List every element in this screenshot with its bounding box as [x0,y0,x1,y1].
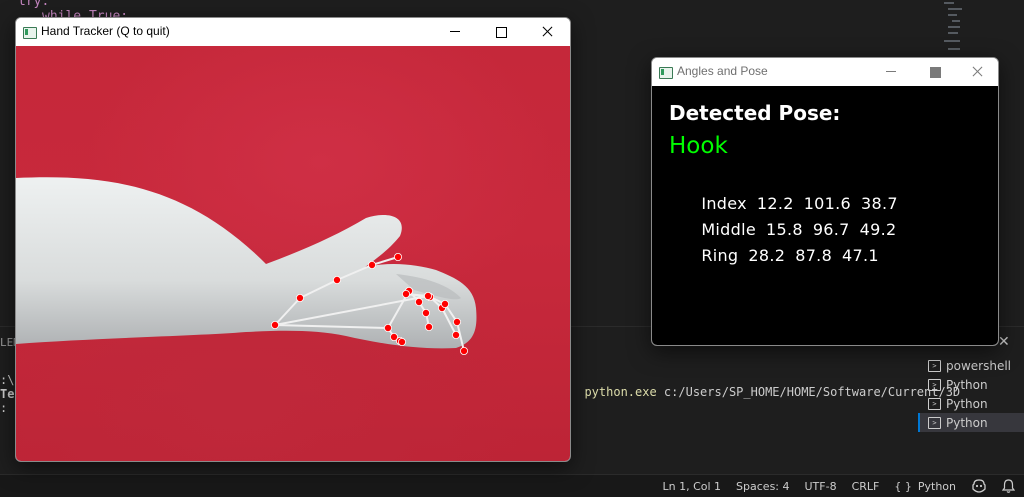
landmark-point [424,322,433,331]
arm-silhouette [16,177,477,349]
window-titlebar[interactable]: Angles and Pose [652,58,998,86]
status-eol[interactable]: CRLF [852,480,880,493]
landmark-point [393,252,402,261]
bell-icon[interactable] [1002,479,1015,493]
window-title: Angles and Pose [677,64,768,78]
landmark-point [383,323,392,332]
terminal-instance[interactable]: > Python [918,375,1024,394]
landmark-point [451,330,460,339]
landmark-point [423,291,432,300]
landmark-point [440,299,449,308]
detected-pose-name: Hook [669,133,728,159]
landmark-point [421,308,430,317]
app-icon [659,67,673,79]
angle-row-ring: Ring 28.2 87.8 47.1 [669,227,889,284]
terminal-instance-label: Python [946,415,988,430]
minimize-button[interactable] [432,18,478,46]
copilot-icon[interactable] [971,479,987,493]
angle-value: 47.1 [842,246,879,265]
terminal-instance[interactable]: > powershell [918,356,1024,375]
terminal-icon: > [928,359,941,372]
terminal-instance-active[interactable]: > Python [918,413,1024,432]
status-encoding[interactable]: UTF-8 [805,480,837,493]
terminal-path: c:/Users/SP_HOME/HOME/Software/Current/3… [656,385,961,399]
code-line: try: [18,0,50,9]
pose-display: Detected Pose: Hook Index 12.2 101.6 38.7 M… [652,86,998,345]
landmark-point [270,320,279,329]
status-cursor-position[interactable]: Ln 1, Col 1 [662,480,721,493]
terminal-command: python.exe c:/Users/SP_HOME/HOME/Softwar… [570,371,960,399]
close-button[interactable] [524,18,570,46]
status-indentation[interactable]: Spaces: 4 [736,480,789,493]
hand-tracker-window[interactable]: Hand Tracker (Q to quit) [15,17,571,462]
camera-feed [16,46,570,461]
status-language[interactable]: { } Python [894,480,956,493]
terminal-icon: > [928,416,941,429]
window-title: Hand Tracker (Q to quit) [41,24,170,38]
landmark-point [397,337,406,346]
braces-icon: { } [894,479,912,493]
terminal-icon: > [928,378,941,391]
close-button[interactable] [954,58,998,86]
landmark-point [332,275,341,284]
minimize-button[interactable] [868,58,914,86]
landmark-point [414,297,423,306]
maximize-button[interactable] [912,58,958,86]
app-icon [23,27,37,39]
finger-name: Ring [701,246,739,265]
terminal-instance-label: Python [946,377,988,392]
terminal-instance-list: > powershell > Python > Python > Python [918,356,1024,432]
angle-value: 87.8 [795,246,833,265]
landmark-point [295,293,304,302]
terminal-icon: > [928,397,941,410]
maximize-button[interactable] [478,18,524,46]
window-titlebar[interactable]: Hand Tracker (Q to quit) [16,18,570,46]
terminal-exe: python.exe [584,385,657,399]
angles-pose-window[interactable]: Angles and Pose Detected Pose: Hook Inde… [651,57,999,346]
angle-value: 28.2 [748,246,786,265]
hand-landmark-overlay [16,177,477,355]
landmark-point [452,317,461,326]
terminal-instance[interactable]: > Python [918,394,1024,413]
terminal-instance-label: Python [946,396,988,411]
status-bar: Ln 1, Col 1 Spaces: 4 UTF-8 CRLF { } Pyth… [0,474,1024,497]
pose-heading: Detected Pose: [669,101,841,125]
terminal-instance-label: powershell [946,358,1011,373]
landmark-point [367,260,376,269]
status-language-label: Python [917,479,956,493]
landmark-point [401,289,410,298]
panel-close-icon[interactable]: ✕ [998,334,1010,350]
landmark-point [459,346,468,355]
minimap[interactable] [940,0,986,60]
